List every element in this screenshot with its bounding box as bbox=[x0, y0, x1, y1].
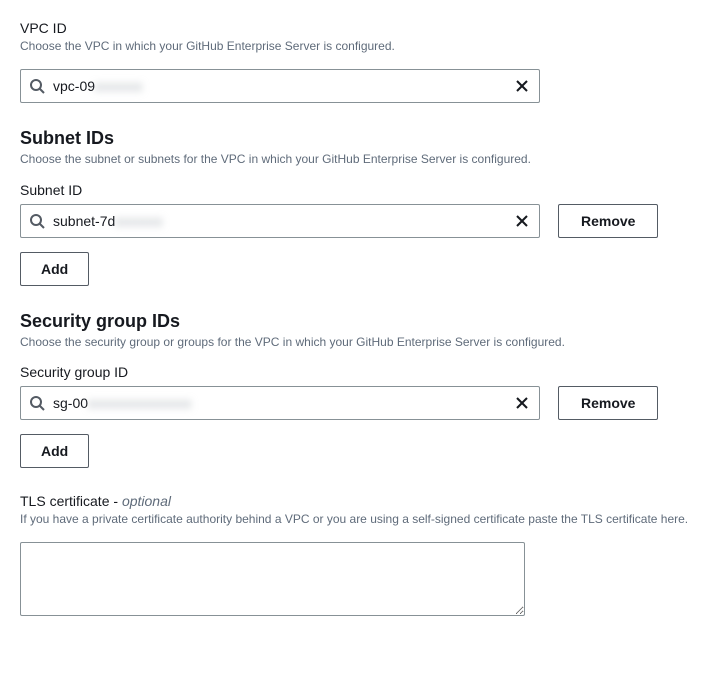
clear-icon[interactable] bbox=[513, 77, 531, 95]
security-group-label: Security group ID bbox=[20, 364, 701, 380]
subnet-heading: Subnet IDs bbox=[20, 128, 701, 149]
clear-icon[interactable] bbox=[513, 394, 531, 412]
tls-dash: - bbox=[109, 493, 121, 509]
tls-title-text: TLS certificate bbox=[20, 493, 109, 509]
add-subnet-button[interactable]: Add bbox=[20, 252, 89, 286]
security-group-redacted: xxxxxxxxxxxxx bbox=[88, 395, 192, 411]
add-security-group-button[interactable]: Add bbox=[20, 434, 89, 468]
tls-optional: optional bbox=[122, 493, 171, 509]
search-icon bbox=[29, 213, 45, 229]
subnet-helper: Choose the subnet or subnets for the VPC… bbox=[20, 151, 701, 168]
vpc-id-helper: Choose the VPC in which your GitHub Ente… bbox=[20, 38, 701, 55]
clear-icon[interactable] bbox=[513, 212, 531, 230]
remove-subnet-button[interactable]: Remove bbox=[558, 204, 658, 238]
subnet-id-redacted: xxxxxx bbox=[115, 213, 163, 229]
security-group-value: sg-00 bbox=[53, 395, 88, 411]
tls-title: TLS certificate - optional bbox=[20, 493, 701, 509]
tls-helper: If you have a private certificate author… bbox=[20, 511, 701, 528]
security-group-input[interactable]: sg-00 xxxxxxxxxxxxx bbox=[20, 386, 540, 420]
vpc-id-value: vpc-09 bbox=[53, 78, 95, 94]
subnet-label: Subnet ID bbox=[20, 182, 701, 198]
subnet-id-input[interactable]: subnet-7d xxxxxx bbox=[20, 204, 540, 238]
vpc-id-title: VPC ID bbox=[20, 20, 701, 36]
subnet-id-value: subnet-7d bbox=[53, 213, 115, 229]
vpc-id-input[interactable]: vpc-09 xxxxxx bbox=[20, 69, 540, 103]
remove-security-group-button[interactable]: Remove bbox=[558, 386, 658, 420]
vpc-id-redacted: xxxxxx bbox=[95, 78, 143, 94]
tls-textarea[interactable] bbox=[20, 542, 525, 616]
search-icon bbox=[29, 395, 45, 411]
security-group-heading: Security group IDs bbox=[20, 311, 701, 332]
search-icon bbox=[29, 78, 45, 94]
security-group-helper: Choose the security group or groups for … bbox=[20, 334, 701, 351]
